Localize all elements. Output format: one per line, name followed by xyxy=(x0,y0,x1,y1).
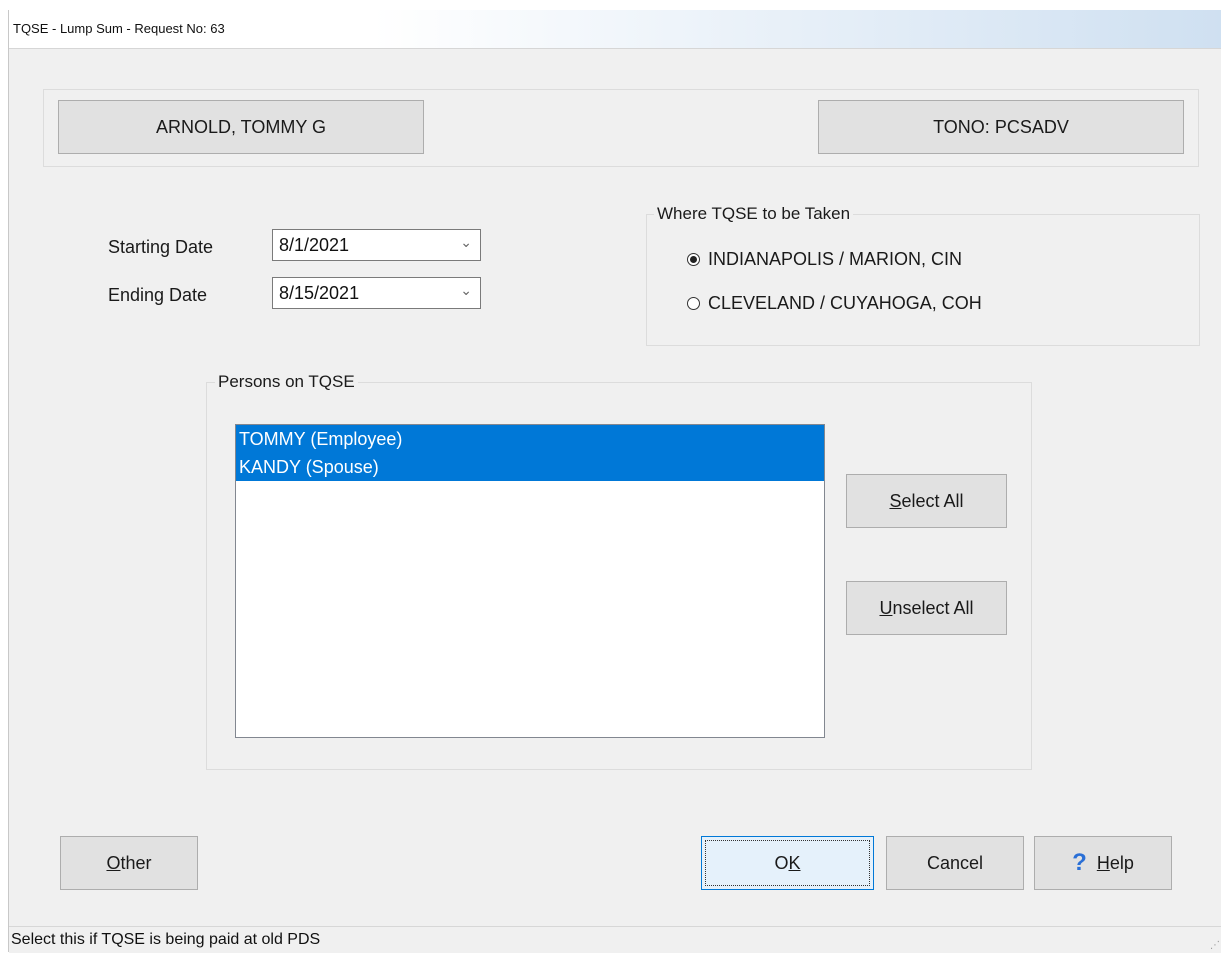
other-label-rest: ther xyxy=(120,852,152,873)
other-mnemonic: O xyxy=(106,852,121,873)
employee-name-label: ARNOLD, TOMMY G xyxy=(155,116,327,137)
select-all-label-rest: elect All xyxy=(901,490,964,511)
persons-group-caption: Persons on TQSE xyxy=(215,372,358,392)
ending-date-label: Ending Date xyxy=(108,285,208,305)
ok-mnemonic: K xyxy=(788,852,801,873)
employee-name-button[interactable]: ARNOLD, TOMMY G xyxy=(58,100,424,154)
unselect-all-mnemonic: U xyxy=(879,597,893,618)
location-option-label: INDIANAPOLIS / MARION, CIN xyxy=(708,249,963,269)
other-label: Other xyxy=(106,853,151,874)
tono-button[interactable]: TONO: PCSADV xyxy=(818,100,1184,154)
radio-checked-icon[interactable] xyxy=(687,253,700,266)
window-title: TQSE - Lump Sum - Request No: 63 xyxy=(13,21,225,36)
location-option-label: CLEVELAND / CUYAHOGA, COH xyxy=(708,293,982,313)
unselect-all-button[interactable]: Unselect All xyxy=(846,581,1007,635)
chevron-down-icon[interactable]: ⌄ xyxy=(460,282,472,299)
title-bar: TQSE - Lump Sum - Request No: 63 xyxy=(9,10,1221,49)
location-group xyxy=(646,214,1200,346)
ending-date-value: 8/15/2021 xyxy=(279,283,360,303)
cancel-label: Cancel xyxy=(926,852,984,873)
dialog-window: TQSE - Lump Sum - Request No: 63 ARNOLD,… xyxy=(8,10,1221,953)
status-bar: Select this if TQSE is being paid at old… xyxy=(9,926,1221,953)
ok-button[interactable]: OK xyxy=(701,836,874,890)
cancel-button[interactable]: Cancel xyxy=(886,836,1024,890)
location-group-caption: Where TQSE to be Taken xyxy=(654,204,854,224)
help-label: Help xyxy=(1097,853,1134,874)
help-button[interactable]: ? Help xyxy=(1034,836,1172,890)
location-option-cleveland[interactable]: CLEVELAND / CUYAHOGA, COH xyxy=(687,293,982,314)
chevron-down-icon[interactable]: ⌄ xyxy=(460,234,472,251)
status-text: Select this if TQSE is being paid at old… xyxy=(11,931,321,948)
starting-date-label: Starting Date xyxy=(108,237,214,257)
help-icon: ? xyxy=(1072,849,1087,876)
ok-label-pre: O xyxy=(774,852,789,873)
select-all-button[interactable]: Select All xyxy=(846,474,1007,528)
starting-date-value: 8/1/2021 xyxy=(279,235,350,255)
help-mnemonic: H xyxy=(1096,852,1110,873)
unselect-all-label-rest: nselect All xyxy=(892,597,974,618)
other-button[interactable]: Other xyxy=(60,836,198,890)
ending-date-picker[interactable]: 8/15/2021 ⌄ xyxy=(272,277,481,309)
tono-label: TONO: PCSADV xyxy=(933,116,1069,137)
select-all-label: Select All xyxy=(889,491,963,512)
unselect-all-label: Unselect All xyxy=(879,598,973,619)
starting-date-picker[interactable]: 8/1/2021 ⌄ xyxy=(272,229,481,261)
ok-label: OK xyxy=(774,853,800,874)
list-item[interactable]: KANDY (Spouse) xyxy=(236,453,824,481)
persons-listbox[interactable]: TOMMY (Employee) KANDY (Spouse) xyxy=(235,424,825,738)
radio-unchecked-icon[interactable] xyxy=(687,297,700,310)
select-all-mnemonic: S xyxy=(889,490,902,511)
list-item[interactable]: TOMMY (Employee) xyxy=(236,425,824,453)
location-option-indianapolis[interactable]: INDIANAPOLIS / MARION, CIN xyxy=(687,249,962,270)
help-label-rest: elp xyxy=(1109,852,1134,873)
resize-grip-icon[interactable]: ⋰ xyxy=(1210,940,1220,951)
